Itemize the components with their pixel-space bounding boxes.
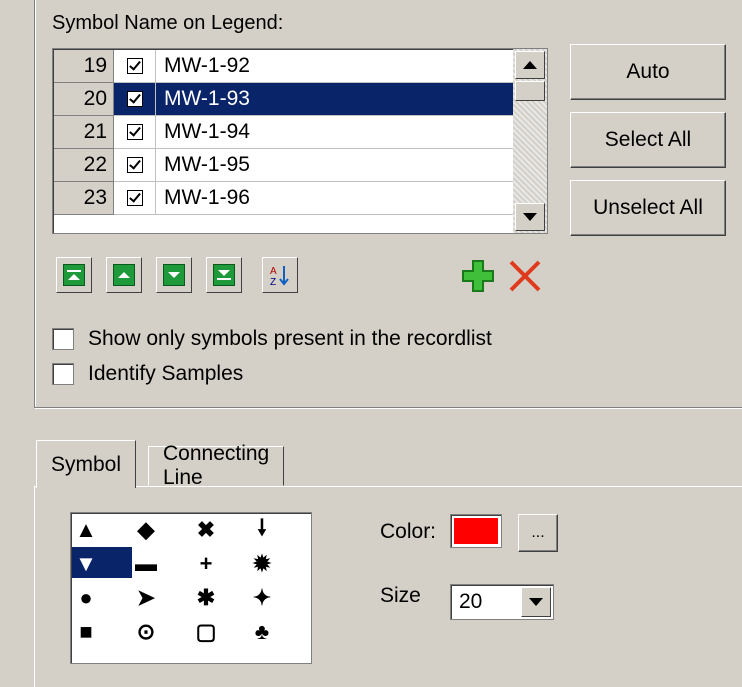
list-row[interactable]: 21 MW-1-94 (54, 116, 514, 149)
size-select[interactable]: 20 (450, 584, 554, 620)
symbol-cell[interactable]: ✱ (191, 583, 221, 613)
chevron-down-icon (529, 598, 543, 606)
move-down-icon (163, 264, 185, 286)
move-up-button[interactable] (106, 257, 142, 293)
scroll-down-button[interactable] (515, 203, 545, 231)
row-name[interactable]: MW-1-95 (156, 149, 514, 182)
row-number: 21 (54, 116, 114, 149)
row-name[interactable]: MW-1-92 (156, 50, 514, 83)
symbol-cell[interactable]: ⊙ (131, 617, 161, 647)
list-row[interactable]: 22 MW-1-95 (54, 149, 514, 182)
move-bottom-button[interactable] (206, 257, 242, 293)
tab-symbol[interactable]: Symbol (36, 440, 137, 488)
symbol-cell[interactable]: ✹ (247, 549, 277, 579)
row-name[interactable]: MW-1-96 (156, 182, 514, 215)
auto-button[interactable]: Auto (570, 44, 726, 100)
symbol-cell[interactable]: ♣ (247, 617, 277, 647)
size-value: 20 (459, 590, 483, 613)
symbol-cell[interactable]: ✖ (191, 515, 221, 545)
identify-samples-checkbox[interactable] (52, 363, 74, 385)
list-scrollbar[interactable] (513, 49, 547, 233)
list-row[interactable]: 19 MW-1-92 (54, 50, 514, 83)
move-down-button[interactable] (156, 257, 192, 293)
svg-text:Z: Z (270, 277, 276, 287)
unselect-all-button[interactable]: Unselect All (570, 180, 726, 236)
symbol-cell[interactable]: ◆ (131, 515, 161, 545)
sort-button[interactable]: A Z (262, 257, 298, 293)
row-number: 20 (54, 83, 114, 116)
identify-samples-label: Identify Samples (88, 362, 244, 385)
size-label: Size (380, 584, 421, 607)
row-checkbox[interactable] (126, 124, 143, 140)
legend-title: Symbol Name on Legend: (52, 12, 284, 34)
add-button[interactable] (458, 256, 498, 296)
symbol-grid[interactable]: ▲ ◆ ✖ 🠗 ▼ ▬ + ✹ ● ➤ ✱ ✦ ■ ⊙ ▢ ♣ (70, 512, 312, 664)
identify-samples-option[interactable]: Identify Samples (52, 362, 243, 386)
show-only-present-label: Show only symbols present in the recordl… (88, 327, 492, 350)
symbol-cell[interactable]: ▬ (131, 549, 161, 579)
row-checkbox[interactable] (126, 190, 143, 206)
move-up-icon (113, 264, 135, 286)
show-only-present-checkbox[interactable] (52, 328, 74, 350)
row-number: 22 (54, 149, 114, 182)
symbol-cell[interactable]: ▢ (191, 617, 221, 647)
symbol-cell[interactable]: ➤ (131, 583, 161, 613)
svg-text:A: A (270, 266, 277, 277)
row-name[interactable]: MW-1-94 (156, 116, 514, 149)
row-number: 19 (54, 50, 114, 83)
delete-button[interactable] (505, 256, 545, 296)
symbol-cell[interactable]: 🠗 (247, 515, 277, 545)
row-checkbox[interactable] (126, 58, 143, 74)
color-picker-button[interactable]: ... (518, 514, 558, 552)
symbol-cell[interactable]: ■ (71, 617, 101, 647)
scroll-up-button[interactable] (515, 51, 545, 79)
add-icon (462, 260, 494, 292)
show-only-present-option[interactable]: Show only symbols present in the recordl… (52, 327, 492, 351)
symbol-cell[interactable]: + (191, 549, 221, 579)
symbol-cell-selected[interactable]: ▼ (71, 549, 101, 579)
list-row-selected[interactable]: 20 MW-1-93 (54, 83, 514, 116)
symbol-cell[interactable]: ● (71, 583, 101, 613)
tab-connecting-line[interactable]: Connecting Line (148, 442, 285, 489)
list-row[interactable]: 23 MW-1-96 (54, 182, 514, 215)
delete-icon (509, 260, 541, 292)
scroll-thumb[interactable] (515, 81, 545, 101)
arrow-up-icon (523, 61, 537, 69)
color-label: Color: (380, 520, 437, 543)
symbol-cell[interactable]: ✦ (247, 583, 277, 613)
symbol-cell[interactable]: ▲ (71, 515, 101, 545)
arrow-down-icon (523, 213, 537, 221)
color-swatch[interactable] (450, 514, 502, 548)
move-bottom-icon (213, 264, 235, 286)
move-top-button[interactable] (56, 257, 92, 293)
row-checkbox[interactable] (126, 157, 143, 173)
select-all-button[interactable]: Select All (570, 112, 726, 168)
size-dropdown-button[interactable] (521, 587, 551, 617)
sort-az-icon: A Z (270, 266, 289, 287)
color-swatch-fill (454, 518, 498, 544)
row-checkbox[interactable] (126, 91, 143, 107)
move-top-icon (63, 264, 85, 286)
legend-list[interactable]: 19 MW-1-92 20 MW-1-93 21 MW-1-94 22 MW-1… (52, 48, 548, 234)
row-number: 23 (54, 182, 114, 215)
row-name[interactable]: MW-1-93 (156, 83, 514, 116)
